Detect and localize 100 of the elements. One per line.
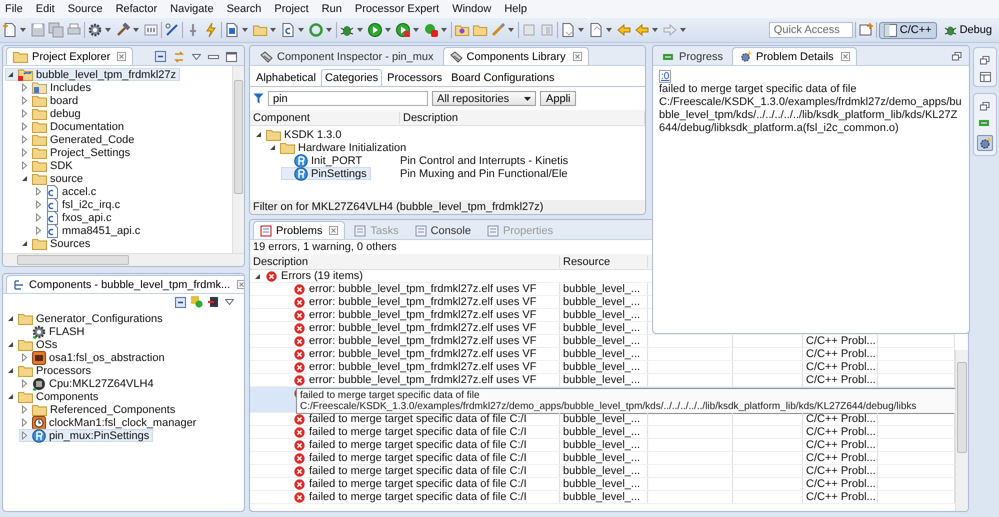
menu-item[interactable]: Search: [226, 3, 262, 15]
tree-item[interactable]: Generator_Configurations: [5, 312, 167, 325]
hammer-icon[interactable]: [115, 22, 131, 38]
window-icon[interactable]: [980, 72, 990, 82]
run-icon[interactable]: [367, 22, 383, 38]
tree-item[interactable]: Includes: [19, 81, 95, 94]
next-annotation-icon[interactable]: [560, 22, 576, 38]
problem-row[interactable]: error: bubble_level_tpm_frdmkl27z.elf uses VF bubble_level_...: [250, 296, 648, 308]
menu-item[interactable]: Edit: [36, 3, 55, 15]
problem-row[interactable]: failed to merge target specific data of file C:/I bubble_level_...: [250, 426, 648, 438]
view-tab[interactable]: Console: [408, 221, 478, 239]
caret-icon[interactable]: [242, 28, 248, 32]
caret-icon[interactable]: [133, 28, 139, 32]
tree-item[interactable]: Errors (19 items): [250, 270, 366, 282]
back-icon[interactable]: [634, 22, 650, 38]
collapse-all-icon[interactable]: [155, 51, 166, 62]
tree-item[interactable]: Referenced_Components: [19, 403, 180, 416]
tree-item[interactable]: fsl_i2c_irq.c: [33, 198, 124, 211]
expand-arrow-icon[interactable]: [20, 353, 29, 362]
problem-row[interactable]: failed to merge target specific data of file C:/I bubble_level_...: [250, 491, 648, 503]
caret-icon[interactable]: [578, 28, 584, 32]
new-c-file-icon[interactable]: [280, 22, 296, 38]
column-header[interactable]: Resource: [560, 256, 648, 268]
menu-item[interactable]: Help: [504, 3, 527, 15]
progress-icon[interactable]: [979, 118, 991, 128]
minimize-icon[interactable]: [208, 54, 219, 58]
view-tab[interactable]: Problems: [253, 221, 346, 239]
expand-arrow-icon[interactable]: [20, 122, 29, 131]
run-external-icon[interactable]: [395, 22, 411, 38]
tree-item[interactable]: source: [19, 172, 88, 185]
tree-item[interactable]: bubble_level_tpm_frdmkl27z: [5, 68, 180, 81]
tree-item[interactable]: PinSettings: [281, 167, 371, 180]
problem-row[interactable]: failed to merge target specific data of file C:/I bubble_level_...: [250, 465, 648, 477]
tree-item[interactable]: pin_mux:PinSettings: [19, 429, 154, 442]
problem-row[interactable]: error: bubble_level_tpm_frdmkl27z.elf uses VF bubble_level_...: [250, 322, 648, 334]
expand-arrow-icon[interactable]: [20, 83, 29, 92]
last-edit-icon[interactable]: [616, 22, 632, 38]
tree-item[interactable]: SDK: [19, 159, 77, 172]
caret-icon[interactable]: [357, 28, 363, 32]
quick-access-field[interactable]: Quick Access: [768, 22, 853, 38]
expand-arrow-icon[interactable]: [34, 213, 43, 222]
previous-annotation-icon[interactable]: [588, 22, 604, 38]
view-tab[interactable]: Components Library: [442, 47, 589, 65]
collapse-arrow-icon[interactable]: [20, 174, 29, 183]
close-icon[interactable]: [572, 52, 582, 61]
tree-item[interactable]: Project_Settings: [19, 146, 134, 159]
problem-row[interactable]: failed to merge target specific data of file C:/I bubble_level_...: [250, 478, 648, 490]
tree-item[interactable]: Hardware Initialization: [267, 141, 410, 154]
tree-item[interactable]: fxos_api.c: [33, 211, 116, 224]
view-tab[interactable]: Problem Details: [732, 47, 857, 65]
problem-row[interactable]: error: bubble_level_tpm_frdmkl27z.elf uses VF bubble_level_...: [250, 335, 648, 347]
expand-arrow-icon[interactable]: [34, 187, 43, 196]
caret-icon[interactable]: [385, 28, 391, 32]
view-tab[interactable]: Component Inspector - pin_mux: [253, 47, 441, 65]
open-perspective-icon[interactable]: [858, 22, 874, 38]
tree-item[interactable]: FLASH: [19, 325, 88, 338]
expand-arrow-icon[interactable]: [20, 161, 29, 170]
caret-icon[interactable]: [270, 28, 276, 32]
expand-arrow-icon[interactable]: [34, 226, 43, 235]
category-tab[interactable]: Board Configurations: [447, 69, 559, 86]
restore-icon[interactable]: [980, 56, 990, 65]
tree-item[interactable]: osa1:fsl_os_abstraction: [19, 351, 169, 364]
expand-arrow-icon[interactable]: [20, 135, 29, 144]
tree-item[interactable]: Generated_Code: [19, 133, 138, 146]
refresh-icon[interactable]: [308, 22, 324, 38]
menu-item[interactable]: Window: [452, 3, 492, 15]
collapse-arrow-icon[interactable]: [6, 314, 15, 323]
problem-row[interactable]: error: bubble_level_tpm_frdmkl27z.elf uses VF bubble_level_...: [250, 309, 648, 321]
generate-code-icon[interactable]: [191, 296, 203, 308]
problem-details-icon[interactable]: [977, 135, 993, 151]
expand-arrow-icon[interactable]: [34, 200, 43, 209]
view-tab[interactable]: Components - bubble_level_tpm_frdmk...: [6, 275, 244, 293]
menu-item[interactable]: Refactor: [116, 3, 158, 15]
problem-row[interactable]: error: bubble_level_tpm_frdmkl27z.elf uses VF bubble_level_...: [250, 361, 648, 373]
expand-arrow-icon[interactable]: [20, 148, 29, 157]
tree-item[interactable]: Processors: [5, 364, 96, 377]
menu-item[interactable]: Project: [274, 3, 309, 15]
category-tab[interactable]: Alphabetical: [252, 69, 320, 86]
menu-item[interactable]: Run: [322, 3, 342, 15]
gear-icon[interactable]: [87, 22, 103, 38]
problem-row[interactable]: failed to merge target specific data of file C:/I bubble_level_...: [250, 452, 648, 464]
tree-item[interactable]: Cpu:MKL27Z64VLH4: [19, 377, 158, 390]
collapse-arrow-icon[interactable]: [254, 130, 263, 139]
tree-item[interactable]: KSDK 1.3.0: [253, 128, 346, 141]
tree-item[interactable]: Components: [5, 390, 102, 403]
view-tab[interactable]: Progress: [656, 47, 730, 65]
column-header[interactable]: Description: [400, 112, 645, 124]
horizontal-scrollbar[interactable]: [3, 253, 244, 266]
collapse-arrow-icon[interactable]: [6, 70, 15, 79]
new-file-icon[interactable]: [2, 22, 18, 38]
caret-icon[interactable]: [680, 28, 686, 32]
collapse-arrow-icon[interactable]: [253, 272, 262, 280]
menu-item[interactable]: Processor Expert: [354, 3, 440, 15]
expand-arrow-icon[interactable]: [20, 96, 29, 105]
expand-arrow-icon[interactable]: [20, 109, 29, 118]
problem-row[interactable]: failed to merge target specific data of file C:/I bubble_level_...: [250, 439, 648, 451]
close-icon[interactable]: [237, 280, 244, 289]
column-header[interactable]: Description: [250, 256, 560, 268]
menu-item[interactable]: File: [5, 3, 23, 15]
collapse-arrow-icon[interactable]: [6, 392, 15, 401]
